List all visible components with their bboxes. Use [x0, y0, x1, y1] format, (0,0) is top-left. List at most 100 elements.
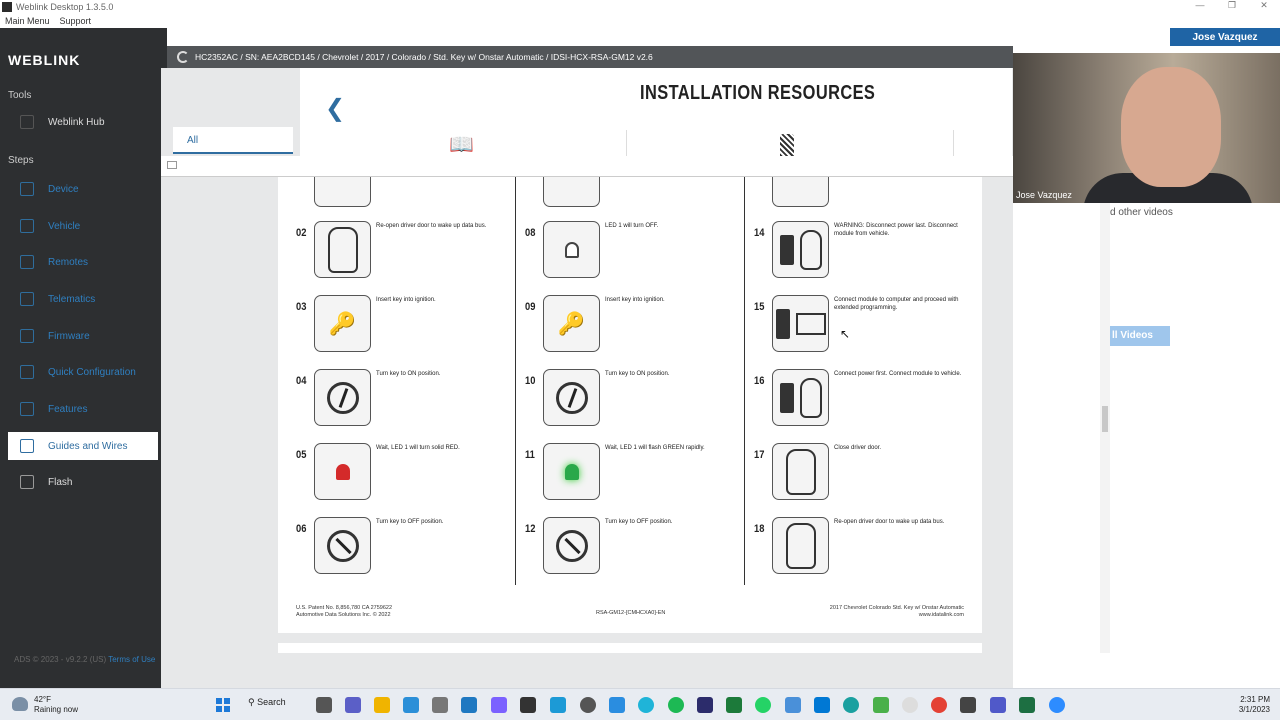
step-image	[772, 221, 829, 278]
teams-icon[interactable]	[990, 697, 1006, 713]
excel-icon[interactable]	[1019, 697, 1035, 713]
weather-icon	[12, 697, 28, 711]
tool-icon[interactable]	[780, 134, 794, 156]
back-arrow-icon[interactable]: ❮	[325, 94, 345, 123]
step-image	[543, 177, 600, 207]
step-text: Connect power first. Connect module to v…	[834, 371, 962, 377]
app6-icon[interactable]	[902, 697, 918, 713]
led-off-icon	[564, 241, 579, 258]
sidebar-item-quick-configuration[interactable]: Quick Configuration	[8, 358, 158, 386]
file-explorer-icon[interactable]	[374, 697, 390, 713]
guide-step: 05 Wait, LED 1 will turn solid RED.	[296, 443, 516, 509]
teams-chat-icon[interactable]	[345, 697, 361, 713]
step-image	[543, 369, 600, 426]
windows-start-icon[interactable]	[216, 698, 230, 712]
step-number: 11	[525, 449, 535, 461]
taskview-icon[interactable]	[316, 697, 332, 713]
app5-icon[interactable]	[873, 697, 889, 713]
app4-icon[interactable]	[726, 697, 742, 713]
step-text: Turn key to ON position.	[605, 371, 670, 377]
car-icon	[785, 522, 816, 569]
sidebar-item-features[interactable]: Features	[8, 395, 158, 423]
sidebar-item-weblink-hub[interactable]: Weblink Hub	[8, 108, 158, 136]
sidebar-item-vehicle[interactable]: Vehicle	[8, 212, 158, 240]
sidebar-item-flash[interactable]: Flash	[8, 468, 158, 496]
guide-step: 10 Turn key to ON position.	[525, 369, 745, 435]
editor-icon[interactable]	[550, 697, 566, 713]
spotify-icon[interactable]	[668, 697, 684, 713]
step-text: Re-open driver door to wake up data bus.	[376, 223, 487, 229]
search-button[interactable]: ⚲ Search	[248, 697, 286, 708]
car-icon	[785, 448, 816, 495]
user-name[interactable]: Jose Vazquez	[1170, 28, 1280, 46]
car-icon	[799, 377, 822, 418]
scrollbar-thumb[interactable]	[1102, 406, 1108, 432]
led-green-icon	[564, 463, 579, 480]
step-number: 12	[525, 523, 536, 535]
guide-step: 08 LED 1 will turn OFF.	[525, 221, 745, 287]
device-icon	[20, 182, 34, 196]
app3-icon[interactable]	[697, 697, 713, 713]
phone-icon	[20, 292, 34, 306]
guide-step: 02 Re-open driver door to wake up data bu…	[296, 221, 516, 287]
whatsapp-icon[interactable]	[755, 697, 771, 713]
tools-heading: Tools	[8, 90, 32, 101]
step-image	[772, 295, 829, 352]
guide-step: 18 Re-open driver door to wake up data bu…	[754, 517, 974, 583]
book-icon[interactable]: 📖	[449, 132, 474, 157]
step-number: 14	[754, 227, 765, 239]
sidebar-item-label: Flash	[48, 476, 73, 488]
step-text: Turn key to OFF position.	[605, 519, 673, 525]
features-icon	[20, 402, 34, 416]
step-text: LED 1 will turn OFF.	[605, 223, 659, 229]
alexa-icon[interactable]	[638, 697, 654, 713]
all-videos-button[interactable]: ll Videos	[1110, 326, 1170, 346]
menu-main[interactable]: Main Menu	[5, 16, 50, 26]
step-text: Re-open driver door to wake up data bus.	[834, 519, 945, 525]
weblink-taskbar-icon[interactable]	[520, 697, 536, 713]
minimize-icon[interactable]: —	[1184, 0, 1216, 11]
vehicle-path: HC2352AC / SN: AEA2BCD145 / Chevrolet / …	[195, 52, 653, 62]
media-icon[interactable]	[491, 697, 507, 713]
sidebar-item-guides-and-wires[interactable]: Guides and Wires	[8, 432, 158, 460]
maximize-icon[interactable]: ❐	[1216, 0, 1248, 11]
sidebar-item-remotes[interactable]: Remotes	[8, 248, 158, 276]
mail-icon[interactable]	[785, 697, 801, 713]
key-icon: 🔑	[328, 310, 357, 336]
tab-all[interactable]: All	[173, 127, 293, 154]
guide-step: 03 🔑 Insert key into ignition.	[296, 295, 516, 361]
sidebar-item-label: Device	[48, 183, 79, 195]
menu-support[interactable]: Support	[60, 16, 92, 26]
clock[interactable]: 2:31 PM 3/1/2023	[1239, 695, 1270, 715]
gauge-icon[interactable]	[580, 697, 596, 713]
sidebar-toggle-icon[interactable]	[167, 161, 177, 169]
outlook-icon[interactable]	[814, 697, 830, 713]
window-title: Weblink Desktop 1.3.5.0	[16, 2, 114, 12]
chrome-icon[interactable]	[931, 697, 947, 713]
app-icon[interactable]	[403, 697, 419, 713]
step-text: WARNING: Disconnect power last. Disconne…	[834, 223, 958, 237]
zoom-icon[interactable]	[1049, 697, 1065, 713]
sidebar-item-device[interactable]: Device	[8, 175, 158, 203]
edge-icon[interactable]	[843, 697, 859, 713]
sidebar-item-firmware[interactable]: Firmware	[8, 322, 158, 350]
step-text: Insert key into ignition.	[605, 297, 665, 303]
camera-icon[interactable]	[432, 697, 448, 713]
video-feed[interactable]: Jose Vazquez	[1013, 53, 1280, 203]
app7-icon[interactable]	[960, 697, 976, 713]
remote-icon	[20, 255, 34, 269]
video-person-head	[1121, 67, 1221, 187]
key-icon: 🔑	[557, 310, 586, 336]
hub-icon	[20, 115, 34, 129]
terms-link[interactable]: Terms of Use	[108, 655, 155, 664]
store-icon[interactable]	[461, 697, 477, 713]
refresh-icon[interactable]	[177, 51, 189, 63]
app2-icon[interactable]	[609, 697, 625, 713]
car-icon	[799, 229, 822, 270]
close-icon[interactable]: ✕	[1248, 0, 1280, 11]
step-number: 04	[296, 375, 307, 387]
step-text: Turn key to ON position.	[376, 371, 441, 377]
sidebar-item-telematics[interactable]: Telematics	[8, 285, 158, 313]
guide-step: 11 Wait, LED 1 will flash GREEN rapidly.	[525, 443, 745, 509]
weather-widget[interactable]: 42°F Raining now	[12, 695, 78, 715]
